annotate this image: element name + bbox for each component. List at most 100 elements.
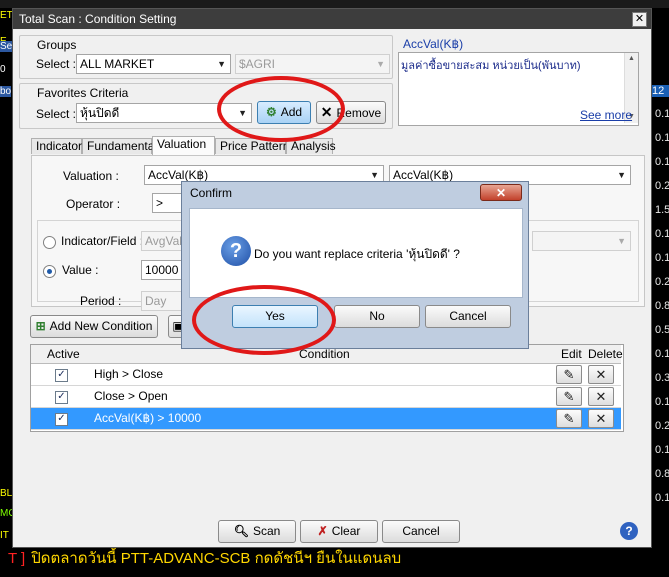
info-panel: AccVal(K฿) มูลค่าซื้อขายสะสม หน่วยเป็น(พ… (398, 36, 639, 128)
confirm-body: ? Do you want replace criteria 'หุ้นปิดด… (189, 208, 523, 298)
add-new-condition-button[interactable]: ⊞ Add New Condition (30, 315, 158, 338)
bg-left-label: Se (0, 41, 13, 52)
favorites-select-label: Select : (36, 107, 77, 121)
condition-text: Close > Open (94, 389, 168, 403)
edit-button[interactable]: ✎ (556, 365, 582, 384)
scroll-up-icon: ▲ (628, 55, 635, 62)
table-row[interactable]: ✓ High > Close ✎ ✕ (31, 364, 621, 386)
valuation-label: Valuation : (63, 169, 119, 183)
delete-button[interactable]: ✕ (588, 365, 614, 384)
indicator-field-select-2[interactable]: ▼ (532, 231, 631, 251)
chevron-down-icon: ▼ (376, 59, 385, 69)
close-icon: ✕ (595, 389, 607, 404)
scan-button[interactable]: 🔍︎ Scan (218, 520, 296, 543)
delete-button[interactable]: ✕ (588, 409, 614, 428)
bg-right-value: 0.8 (655, 468, 669, 480)
eraser-icon: ✗ (317, 524, 328, 538)
info-description: มูลค่าซื้อขายสะสม หน่วยเป็น(พันบาท) (401, 60, 581, 72)
table-row[interactable]: ✓ Close > Open ✎ ✕ (31, 386, 621, 408)
clear-label: Clear (331, 524, 361, 538)
sector-select-value: $AGRI (239, 57, 276, 71)
condition-grid: Active Condition Edit Delete ✓ High > Cl… (30, 344, 624, 432)
header-active: Active (47, 347, 80, 361)
background-top-strip (0, 0, 669, 8)
bg-right-value: 0.1 (655, 348, 669, 360)
tab-fundamental[interactable]: Fundamental (82, 138, 157, 154)
indicator-field-radio[interactable] (43, 236, 56, 249)
window-close-button[interactable]: ✕ (632, 12, 647, 27)
add-condition-label: Add New Condition (49, 319, 153, 333)
groups-label: Groups (37, 38, 77, 52)
indicator-field-value: AvgVal (145, 234, 182, 248)
bg-right-value: 0.1 (655, 156, 669, 168)
period-label: Period : (80, 294, 122, 308)
confirm-close-button[interactable]: ✕ (480, 184, 522, 201)
window-title-bar: Total Scan : Condition Setting ✕ (13, 9, 651, 29)
tab-valuation[interactable]: Valuation (152, 136, 215, 155)
edit-button[interactable]: ✎ (556, 409, 582, 428)
valuation-compare-value: AccVal(K฿) (393, 168, 454, 182)
add-condition-icon: ⊞ (35, 319, 46, 333)
favorites-select[interactable]: หุ้นปิดดี ▼ (76, 103, 252, 123)
tab-indicator[interactable]: Indicator (31, 138, 82, 154)
bg-right-value: 0.1 (655, 132, 669, 144)
value-radio[interactable] (43, 265, 56, 278)
confirm-cancel-button[interactable]: Cancel (425, 305, 511, 328)
active-checkbox[interactable]: ✓ (55, 391, 68, 404)
market-select[interactable]: ALL MARKET ▼ (76, 54, 231, 74)
bg-left-label: bo (0, 86, 12, 97)
help-icon[interactable]: ? (620, 522, 638, 540)
active-checkbox[interactable]: ✓ (55, 369, 68, 382)
cancel-button[interactable]: Cancel (382, 520, 460, 543)
bg-left-label: BL (0, 488, 13, 499)
remove-favorite-button[interactable]: ✕ Remove (316, 101, 386, 124)
confirm-title: Confirm (190, 186, 233, 200)
value-input-text: 10000 (145, 263, 179, 277)
see-more-link[interactable]: See more (580, 108, 632, 122)
sector-select[interactable]: $AGRI ▼ (235, 54, 390, 74)
search-icon: 🔍︎ (233, 524, 249, 538)
operator-label: Operator : (66, 197, 121, 211)
table-row-selected[interactable]: ✓ AccVal(K฿) > 10000 ✎ ✕ (31, 408, 621, 430)
groups-box: Groups Select : ALL MARKET ▼ $AGRI ▼ (19, 35, 393, 79)
bg-left-label: IT (0, 530, 9, 541)
add-label: Add (280, 105, 303, 119)
news-ticker: T ] ปิดตลาดวันนี้ PTT-ADVANC-SCB กดดัชนีฯ… (0, 548, 669, 577)
cancel-label: Cancel (402, 524, 440, 538)
add-favorite-button[interactable]: ⚙ Add (257, 101, 311, 124)
chevron-down-icon: ▼ (617, 236, 626, 246)
bg-right-value: 0.1 (655, 396, 669, 408)
bg-left-label: 0 (0, 64, 6, 75)
tab-price-pattern[interactable]: Price Pattern (215, 138, 289, 154)
groups-select-label: Select : (36, 57, 77, 71)
bg-right-value: 12 (652, 85, 669, 97)
valuation-select-value: AccVal(K฿) (148, 168, 209, 182)
no-button[interactable]: No (334, 305, 420, 328)
condition-text: High > Close (94, 367, 164, 381)
header-delete: Delete (588, 347, 623, 361)
active-checkbox[interactable]: ✓ (55, 413, 68, 426)
value-label: Value : (62, 263, 99, 277)
confirm-message: Do you want replace criteria 'หุ้นปิดดี'… (254, 247, 460, 261)
favorites-box: Favorites Criteria Select : หุ้นปิดดี ▼ … (19, 83, 393, 129)
operator-select-value: > (156, 196, 164, 210)
bg-right-value: 0.2 (655, 276, 669, 288)
favorites-select-value: หุ้นปิดดี (80, 106, 120, 120)
header-edit: Edit (561, 347, 582, 361)
clear-button[interactable]: ✗ Clear (300, 520, 378, 543)
confirm-footer: Yes No Cancel (189, 298, 521, 342)
close-icon: ✕ (320, 104, 333, 120)
info-title: AccVal(K฿) (403, 37, 464, 51)
bg-right-value: 0.1 (655, 444, 669, 456)
bg-right-value: 0.1 (655, 228, 669, 240)
pencil-icon: ✎ (563, 367, 575, 382)
yes-button[interactable]: Yes (232, 305, 318, 328)
tab-analysis[interactable]: Analysis (286, 138, 336, 154)
close-icon: ✕ (595, 411, 607, 426)
pencil-icon: ✎ (563, 389, 575, 404)
bg-right-value: 1.5 (655, 204, 669, 216)
period-select-value: Day (145, 294, 167, 308)
edit-button[interactable]: ✎ (556, 387, 582, 406)
bg-right-value: 0.3 (655, 372, 669, 384)
delete-button[interactable]: ✕ (588, 387, 614, 406)
